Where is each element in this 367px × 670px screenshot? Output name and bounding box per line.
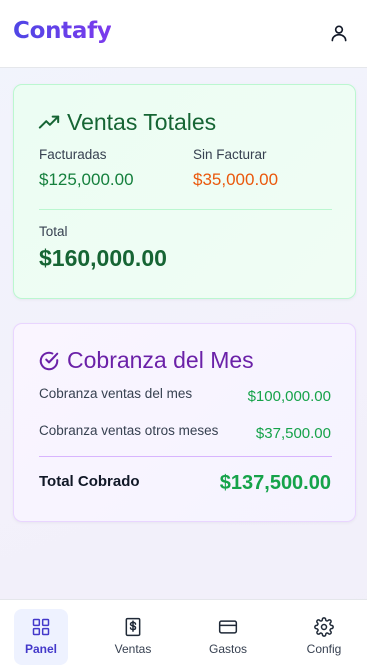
sin-facturar-label: Sin Facturar [193,147,267,162]
trending-up-icon [38,115,60,129]
cobranza-divider [39,456,332,457]
sin-facturar-value: $35,000.00 [193,170,279,189]
total-cobrado-label: Total Cobrado [39,473,140,490]
user-icon [331,25,347,42]
nav-item-ventas[interactable]: Ventas [106,609,160,665]
bottom-nav: Panel Ventas Gastos Config [0,599,367,670]
nav-label-panel: Panel [24,642,57,656]
facturadas-label: Facturadas [39,147,107,162]
nav-item-gastos[interactable]: Gastos [201,609,255,665]
ventas-divider [39,209,332,210]
total-cobrado-value: $137,500.00 [219,472,331,494]
app-header: Contafy [0,0,367,68]
total-label: Total [39,224,68,239]
facturadas-value: $125,000.00 [39,170,134,189]
cobranza-row-value: $100,000.00 [247,388,331,405]
cobranza-row-label: Cobranza ventas del mes [39,386,193,401]
dollar-receipt-icon [125,617,141,637]
nav-label-config: Config [306,642,342,656]
grid-icon [32,618,50,636]
user-profile-button[interactable] [329,23,349,43]
app-logo[interactable]: Contafy [13,18,112,44]
check-circle-icon [39,351,59,371]
nav-item-config[interactable]: Config [297,609,351,665]
nav-label-ventas: Ventas [114,642,152,656]
gear-icon [314,617,334,637]
cobranza-card: Cobranza del Mes Cobranza ventas del mes… [13,323,356,522]
nav-label-gastos: Gastos [208,642,247,656]
ventas-totales-card: Ventas Totales Facturadas $125,000.00 Si… [13,84,356,299]
credit-card-icon [218,620,238,634]
cobranza-row-label: Cobranza ventas otros meses [39,423,219,438]
nav-item-panel[interactable]: Panel [14,609,68,665]
cobranza-title: Cobranza del Mes [67,347,254,373]
cobranza-row-value: $37,500.00 [255,425,331,442]
ventas-title: Ventas Totales [67,109,217,135]
total-value: $160,000.00 [39,245,167,271]
